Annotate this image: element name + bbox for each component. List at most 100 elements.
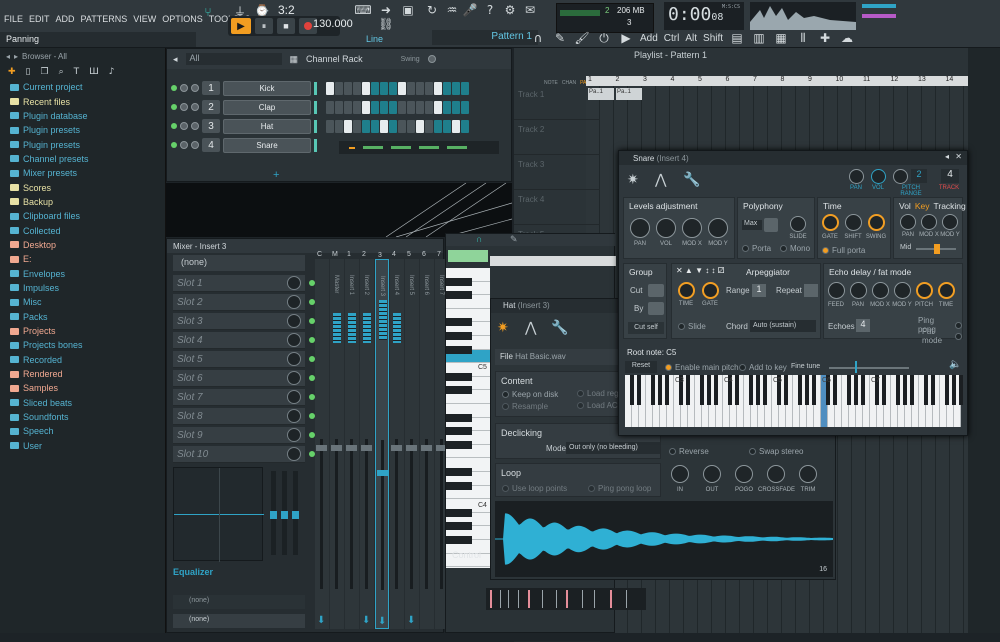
cut-value[interactable]	[648, 284, 664, 297]
slot-mix-knob[interactable]	[287, 314, 301, 328]
step-button[interactable]	[335, 81, 343, 95]
volume-fader[interactable]	[440, 439, 443, 589]
step-button[interactable]	[344, 100, 352, 114]
slot-mix-knob[interactable]	[287, 390, 301, 404]
pattern-clip[interactable]: Pa..1	[616, 88, 642, 100]
ping-pong-loop-option[interactable]: Ping pong loop	[588, 484, 651, 493]
tab-tracking[interactable]: Tracking	[933, 201, 965, 211]
black-key[interactable]	[629, 375, 635, 405]
mixer-track[interactable]: C ⬇	[315, 251, 329, 629]
chord-select[interactable]: Auto (sustain)	[750, 320, 816, 332]
black-key[interactable]	[446, 413, 472, 422]
echoes-value[interactable]: 4	[856, 319, 870, 332]
playlist-track[interactable]: Track 2	[514, 121, 600, 155]
browser-item[interactable]: Current project	[0, 80, 165, 94]
echo-knob[interactable]	[938, 282, 955, 299]
black-key[interactable]	[446, 522, 472, 531]
step-button[interactable]	[416, 81, 424, 95]
echo-knob[interactable]	[894, 282, 911, 299]
step-button[interactable]	[371, 81, 379, 95]
effect-slot[interactable]: Slot 5	[173, 351, 315, 368]
play-button[interactable]: ▶	[231, 18, 251, 34]
step-button[interactable]	[335, 119, 343, 133]
step-button[interactable]	[416, 119, 424, 133]
plugin-icon[interactable]: ✚	[817, 30, 833, 46]
effect-slot[interactable]: Slot 3	[173, 313, 315, 330]
volume-fader[interactable]	[350, 439, 353, 589]
step-button[interactable]	[362, 81, 370, 95]
full-porta-option[interactable]: Full porta	[822, 246, 865, 255]
echo-knob[interactable]	[916, 282, 933, 299]
add-to-key-option[interactable]: Add to key	[739, 363, 787, 372]
add-button[interactable]: Add	[640, 33, 658, 44]
volume-fader[interactable]	[381, 440, 384, 590]
file-name[interactable]: Hat Basic.wav	[515, 352, 566, 361]
rack-options-icon[interactable]: ◂	[173, 54, 178, 65]
range-value[interactable]: 1	[752, 284, 766, 297]
level-modx-knob[interactable]	[682, 218, 702, 238]
pan-knob[interactable]	[180, 103, 188, 111]
wrench-icon[interactable]: 🔧	[551, 319, 568, 336]
mixer-track[interactable]: 6 Insert 6	[420, 251, 434, 629]
mute-led[interactable]	[171, 85, 177, 91]
step-button[interactable]	[434, 119, 442, 133]
menu-file[interactable]: FILE	[4, 14, 23, 24]
browser-item[interactable]: Samples	[0, 381, 165, 395]
black-key[interactable]	[909, 375, 915, 405]
step-button[interactable]	[326, 81, 334, 95]
black-key[interactable]	[748, 375, 754, 405]
rack-grid-icon[interactable]: ▦	[290, 54, 299, 65]
step-button[interactable]	[452, 81, 460, 95]
channel-select[interactable]	[314, 138, 317, 152]
forward-icon[interactable]: ▸	[14, 52, 18, 61]
black-key[interactable]	[664, 375, 670, 405]
swap-stereo-option[interactable]: Swap stereo	[749, 447, 803, 456]
channel-name[interactable]: Clap	[223, 99, 311, 115]
browser-item[interactable]: Projects bones	[0, 338, 165, 352]
channel-name[interactable]: Hat	[223, 118, 311, 134]
send-arrow-icon[interactable]: ⬇	[407, 615, 415, 626]
group-filter[interactable]: All	[185, 53, 282, 65]
black-key[interactable]	[804, 375, 810, 405]
effect-slot[interactable]: Slot 6	[173, 370, 315, 387]
browser-item[interactable]: Sliced beats	[0, 396, 165, 410]
browser-item[interactable]: Soundfonts	[0, 410, 165, 424]
pattern-selector[interactable]: Pattern 1	[432, 30, 538, 45]
menu-options[interactable]: OPTIONS	[162, 14, 203, 24]
pitch-knob[interactable]	[893, 169, 908, 184]
reset-button[interactable]: Reset	[625, 361, 657, 373]
effect-slot[interactable]: Slot 2	[173, 294, 315, 311]
repeat-value[interactable]	[804, 284, 818, 297]
black-key[interactable]	[446, 291, 472, 300]
step-button[interactable]	[380, 119, 388, 133]
shift-key[interactable]: Shift	[703, 33, 723, 44]
step-button[interactable]	[461, 81, 469, 95]
channel-mixer-track[interactable]: 4	[202, 138, 220, 152]
wrench-icon[interactable]: 🔧	[683, 171, 700, 188]
fader-handle[interactable]	[361, 445, 372, 451]
text-icon[interactable]: T	[74, 67, 80, 77]
arp-direction-icons[interactable]: ✕ ▲ ▼ ↕ ↕ ⚂	[676, 266, 725, 275]
effect-slot[interactable]: Slot 1	[173, 275, 315, 292]
step-button[interactable]	[443, 119, 451, 133]
step-button[interactable]	[425, 81, 433, 95]
mixer-track[interactable]: 5 Insert 5 ⬇	[405, 251, 419, 629]
black-key[interactable]	[446, 468, 472, 476]
slot-mix-knob[interactable]	[287, 295, 301, 309]
step-button[interactable]	[407, 100, 415, 114]
black-key[interactable]	[797, 375, 803, 405]
pan-knob[interactable]	[180, 122, 188, 130]
level-vol-knob[interactable]	[656, 218, 676, 238]
mixer-track[interactable]: 3 Insert 3 ⬇	[375, 252, 389, 629]
root-note-keyboard[interactable]: C3 C4 C5 C6 C7	[625, 375, 964, 427]
echo-knob[interactable]	[872, 282, 889, 299]
browser-item[interactable]: Desktop	[0, 238, 165, 252]
piano-roll-icon[interactable]: ▥	[751, 30, 767, 46]
effect-slot[interactable]: Slot 10	[173, 446, 315, 463]
black-key[interactable]	[713, 375, 719, 405]
use-loop-points-option[interactable]: Use loop points	[502, 484, 567, 493]
envelope-icon[interactable]: ⋀	[525, 319, 536, 336]
slide-knob[interactable]	[790, 216, 806, 232]
piano-roll-ruler[interactable]	[490, 256, 616, 266]
step-button[interactable]	[353, 100, 361, 114]
